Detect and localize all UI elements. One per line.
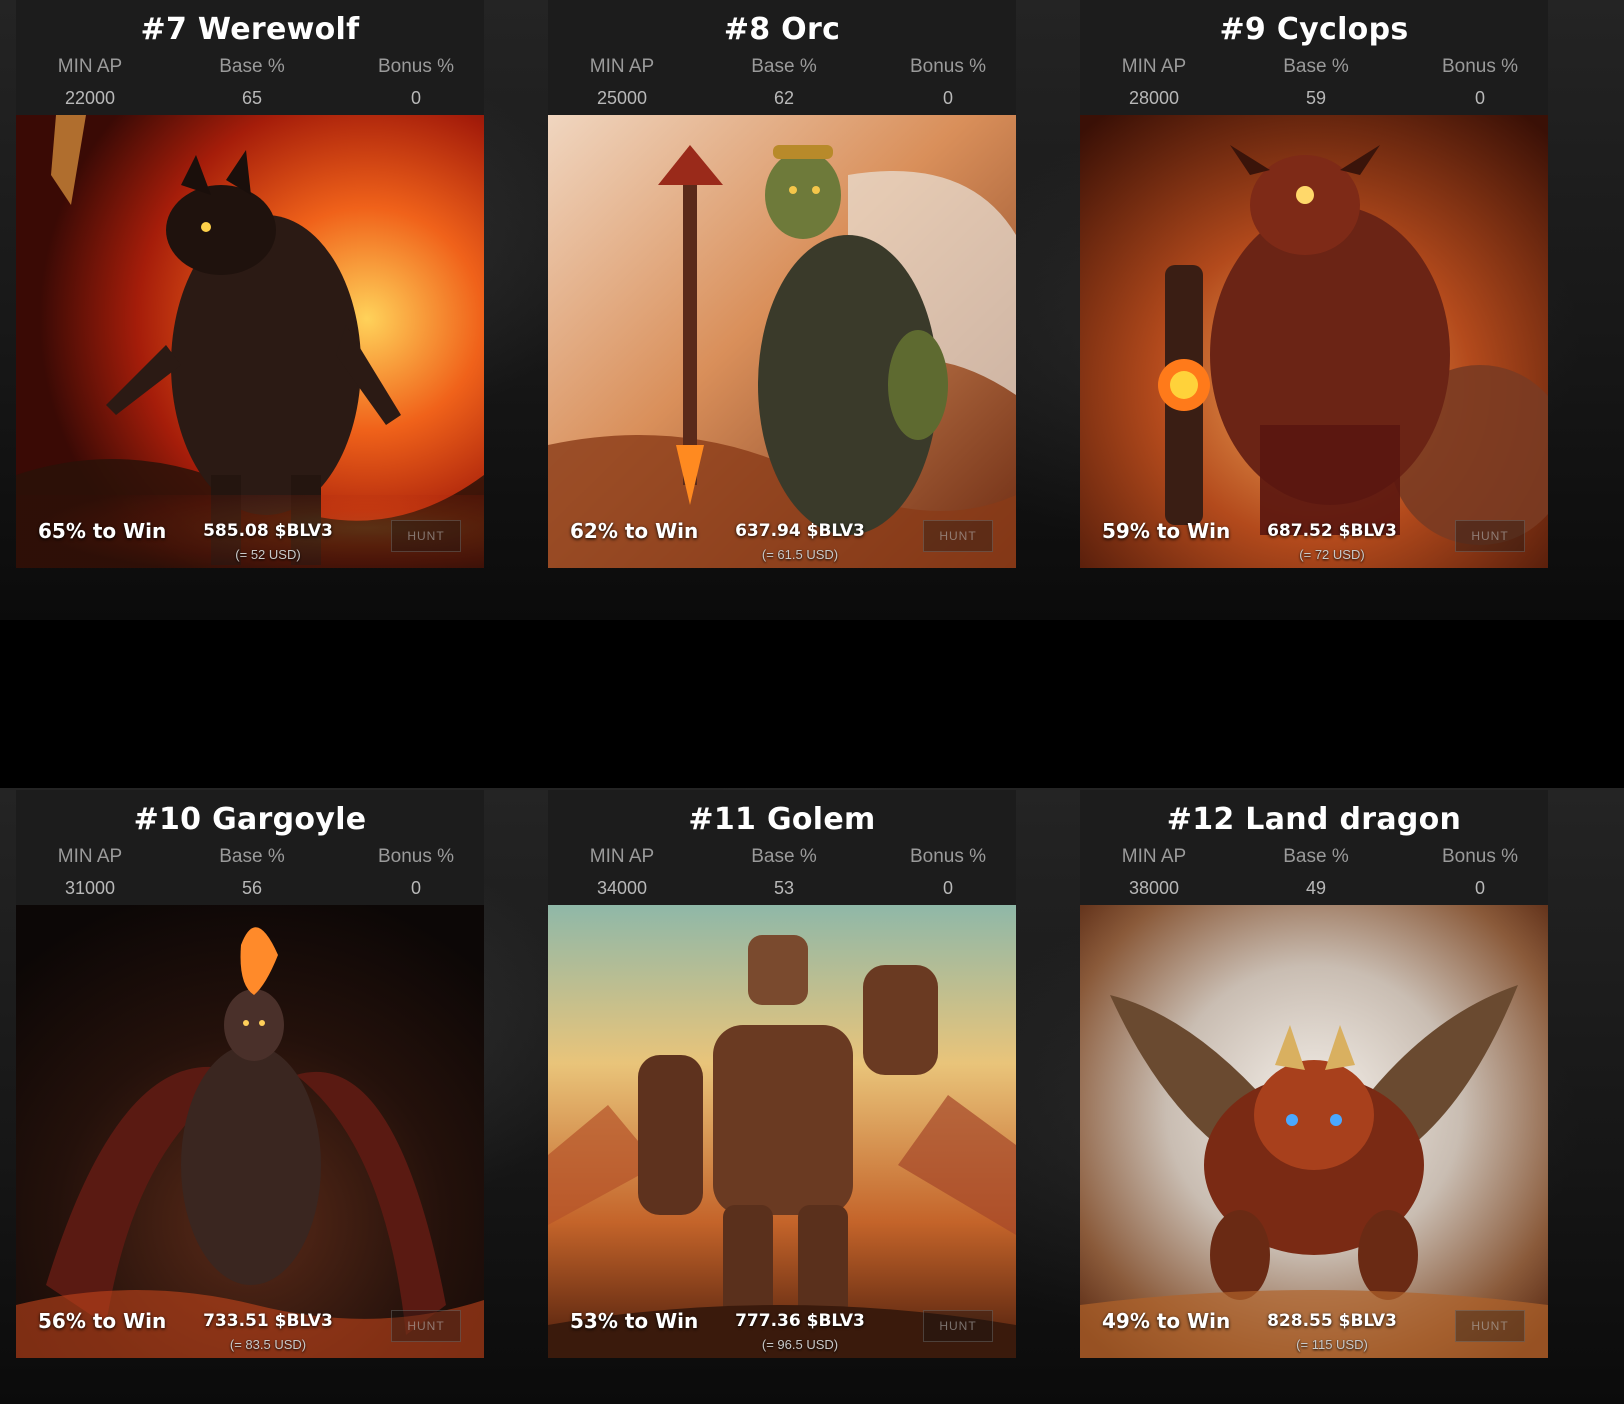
monster-card-gargoyle: #10 Gargoyle MIN AP Base % Bonus % 31000…	[16, 790, 484, 1358]
min-ap-value: 31000	[64, 878, 116, 898]
gargoyle-art	[16, 905, 484, 1358]
win-chance: 56% to Win	[38, 1309, 167, 1333]
win-chance: 59% to Win	[1102, 519, 1231, 543]
hunt-button[interactable]: HUNT	[391, 1310, 461, 1342]
base-value: 49	[1305, 878, 1327, 898]
prize-amount: 585.08 $BLV3	[203, 521, 333, 541]
prize-usd: (= 115 USD)	[1296, 1337, 1368, 1352]
monster-card-orc: #8 Orc MIN AP Base % Bonus % 25000 62 0	[548, 0, 1016, 568]
bonus-label: Bonus %	[377, 846, 455, 867]
min-ap-value: 25000	[596, 88, 648, 108]
prize-usd: (= 72 USD)	[1299, 547, 1365, 562]
prize-amount: 828.55 $BLV3	[1267, 1311, 1397, 1331]
min-ap-label: MIN AP	[57, 56, 123, 77]
orc-art	[548, 115, 1016, 568]
bonus-label: Bonus %	[909, 846, 987, 867]
min-ap-label: MIN AP	[1121, 846, 1187, 867]
win-chance: 53% to Win	[570, 1309, 699, 1333]
win-chance: 49% to Win	[1102, 1309, 1231, 1333]
bonus-value: 0	[1474, 88, 1485, 108]
bonus-label: Bonus %	[1441, 846, 1519, 867]
background-gap	[0, 620, 1624, 788]
monster-card-land-dragon: #12 Land dragon MIN AP Base % Bonus % 38…	[1080, 790, 1548, 1358]
base-value: 59	[1305, 88, 1327, 108]
bonus-label: Bonus %	[377, 56, 455, 77]
bonus-value: 0	[942, 878, 953, 898]
hunt-button[interactable]: HUNT	[923, 1310, 993, 1342]
min-ap-label: MIN AP	[589, 846, 655, 867]
prize-usd: (= 61.5 USD)	[761, 547, 839, 562]
min-ap-value: 28000	[1128, 88, 1180, 108]
monster-card-golem: #11 Golem MIN AP Base % Bonus % 34000 53…	[548, 790, 1016, 1358]
bonus-value: 0	[942, 88, 953, 108]
card-title: #8 Orc	[723, 12, 841, 47]
hunt-button[interactable]: HUNT	[1455, 520, 1525, 552]
land-dragon-art	[1080, 905, 1548, 1358]
golem-art	[548, 905, 1016, 1358]
min-ap-label: MIN AP	[57, 846, 123, 867]
min-ap-label: MIN AP	[1121, 56, 1187, 77]
base-label: Base %	[751, 846, 817, 867]
base-label: Base %	[219, 846, 285, 867]
bonus-label: Bonus %	[909, 56, 987, 77]
base-label: Base %	[1283, 56, 1349, 77]
prize-amount: 777.36 $BLV3	[735, 1311, 865, 1331]
min-ap-label: MIN AP	[589, 56, 655, 77]
cyclops-art	[1080, 115, 1548, 568]
hunt-button[interactable]: HUNT	[1455, 1310, 1525, 1342]
base-value: 56	[241, 878, 263, 898]
prize-usd: (= 96.5 USD)	[761, 1337, 839, 1352]
hunt-button[interactable]: HUNT	[923, 520, 993, 552]
card-title: #11 Golem	[688, 802, 876, 837]
bonus-value: 0	[1474, 878, 1485, 898]
base-value: 53	[773, 878, 795, 898]
bonus-label: Bonus %	[1441, 56, 1519, 77]
hunt-button[interactable]: HUNT	[391, 520, 461, 552]
card-title: #10 Gargoyle	[133, 802, 367, 837]
prize-amount: 733.51 $BLV3	[203, 1311, 333, 1331]
monster-card-werewolf: #7 Werewolf MIN AP Base % Bonus % 22000 …	[16, 0, 484, 568]
base-value: 65	[241, 88, 263, 108]
win-chance: 62% to Win	[570, 519, 699, 543]
base-label: Base %	[1283, 846, 1349, 867]
base-label: Base %	[751, 56, 817, 77]
prize-usd: (= 52 USD)	[235, 547, 301, 562]
card-title: #9 Cyclops	[1219, 12, 1409, 47]
min-ap-value: 34000	[596, 878, 648, 898]
prize-amount: 637.94 $BLV3	[735, 521, 865, 541]
base-value: 62	[773, 88, 795, 108]
prize-usd: (= 83.5 USD)	[229, 1337, 307, 1352]
prize-amount: 687.52 $BLV3	[1267, 521, 1397, 541]
bonus-value: 0	[410, 878, 421, 898]
bonus-value: 0	[410, 88, 421, 108]
card-title: #7 Werewolf	[140, 12, 360, 47]
win-chance: 65% to Win	[38, 519, 167, 543]
min-ap-value: 38000	[1128, 878, 1180, 898]
card-title: #12 Land dragon	[1166, 802, 1462, 837]
min-ap-value: 22000	[64, 88, 116, 108]
base-label: Base %	[219, 56, 285, 77]
monster-card-cyclops: #9 Cyclops MIN AP Base % Bonus % 28000 5…	[1080, 0, 1548, 568]
werewolf-art	[16, 115, 484, 568]
